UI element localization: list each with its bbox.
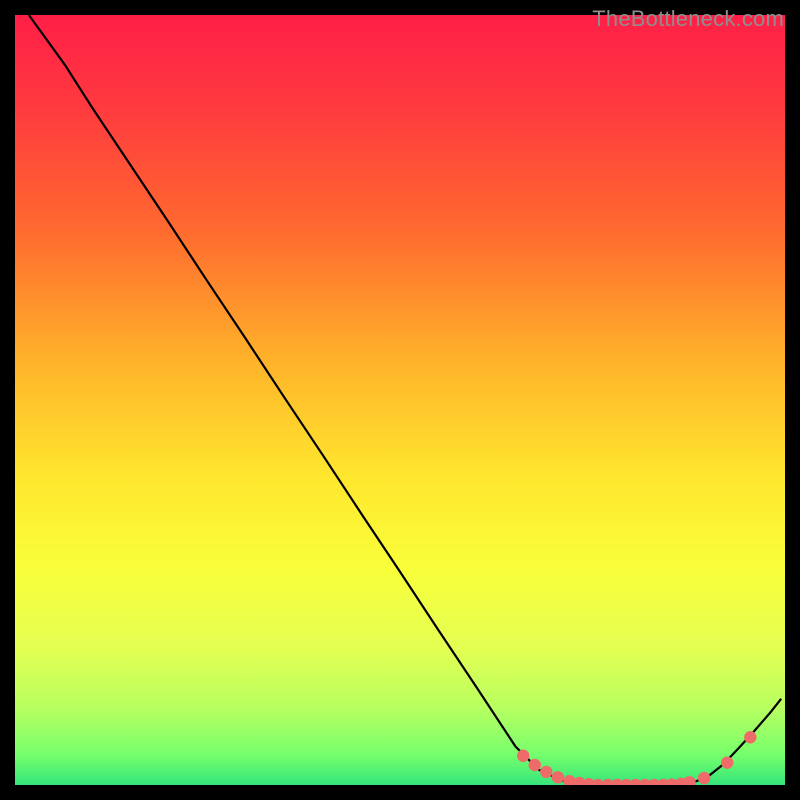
scatter-point: [744, 731, 756, 743]
chart-background: [15, 15, 785, 785]
scatter-point: [529, 759, 541, 771]
scatter-point: [517, 750, 529, 762]
scatter-point: [698, 772, 710, 784]
scatter-point: [540, 766, 552, 778]
chart-frame: [15, 15, 785, 785]
scatter-point: [721, 756, 733, 768]
bottleneck-chart: [15, 15, 785, 785]
watermark-text: TheBottleneck.com: [592, 6, 784, 32]
scatter-point: [552, 771, 564, 783]
